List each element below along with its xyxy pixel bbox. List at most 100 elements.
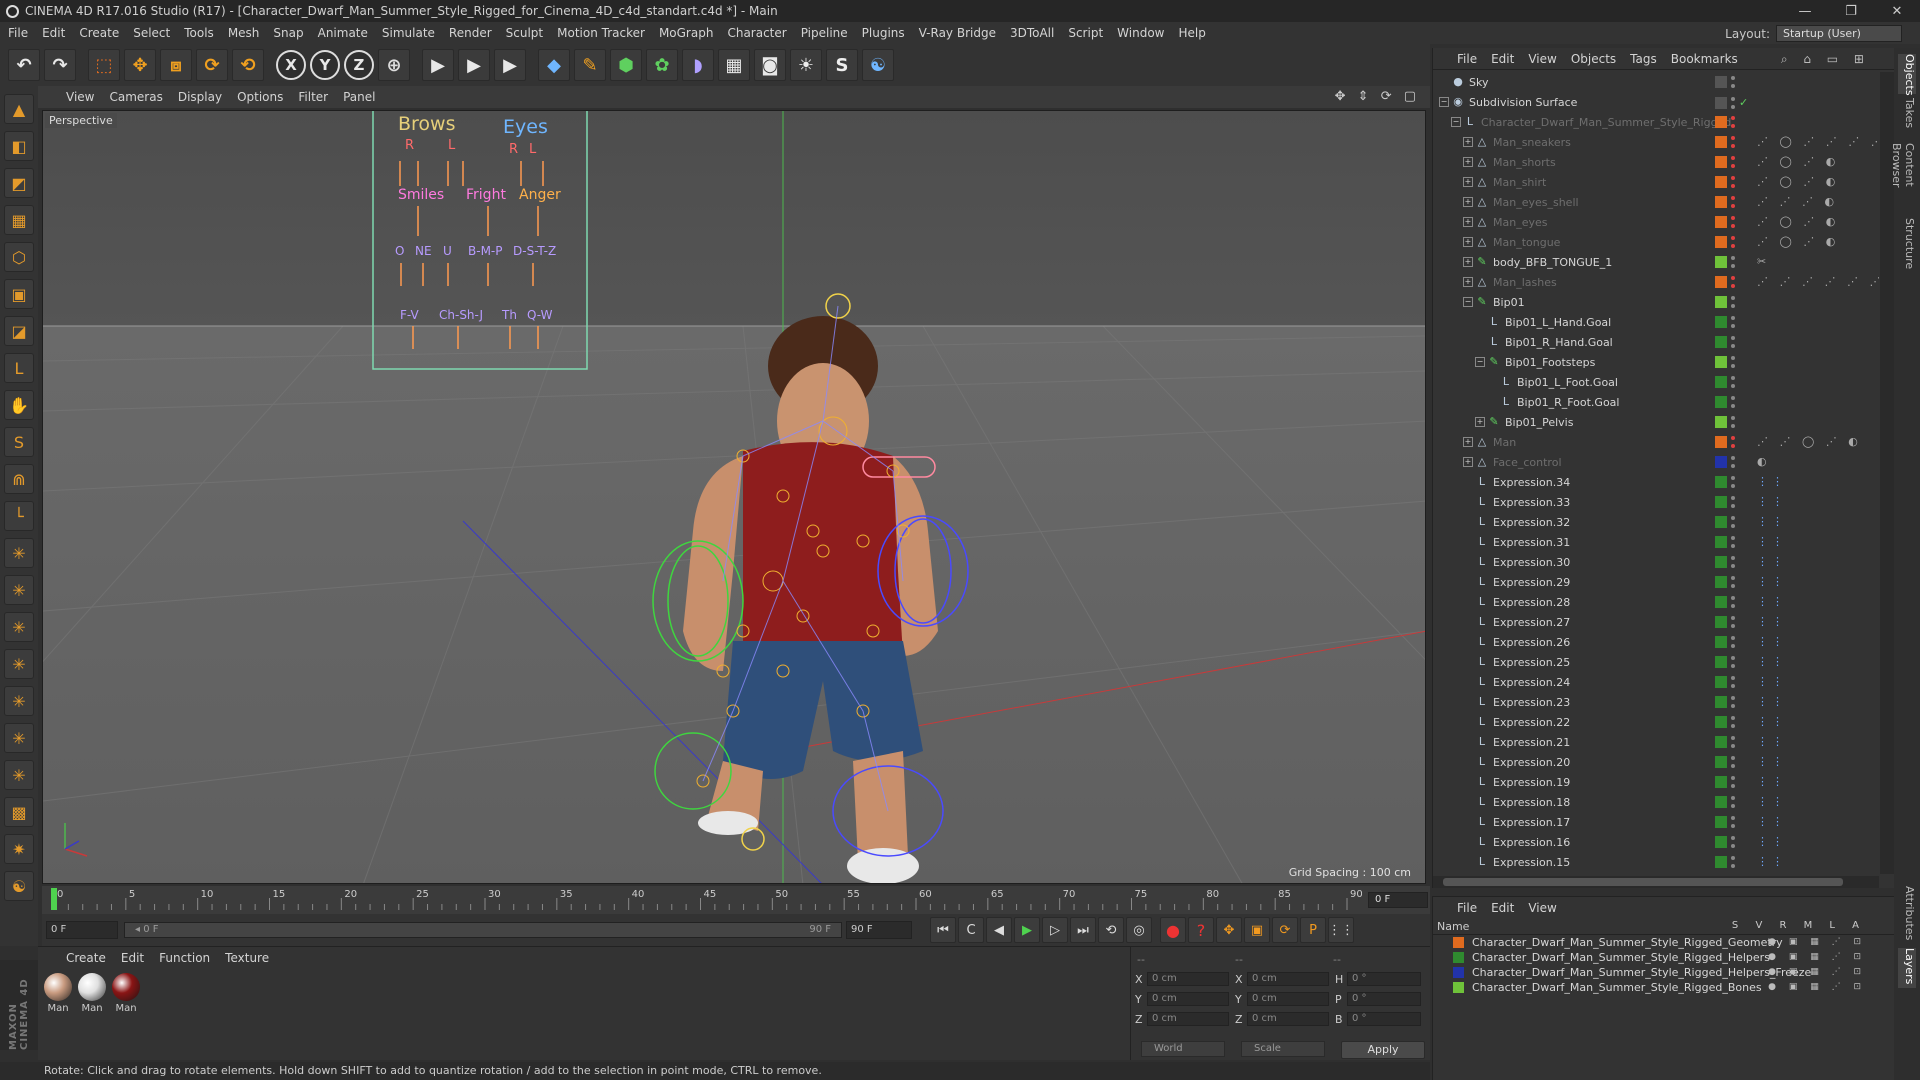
- visibility-dots[interactable]: [1731, 776, 1735, 788]
- editor-visibility-dot[interactable]: [1731, 356, 1735, 360]
- object-row[interactable]: L Expression.31 ⋮⋮: [1433, 532, 1879, 552]
- object-row[interactable]: + △ Man_shorts ⋰ ◯ ⋰ ◐: [1433, 152, 1879, 172]
- material-swatch[interactable]: Man: [110, 973, 142, 1014]
- layer-toggle-icons[interactable]: ● ▣ ▦ ⋰ ⊡: [1768, 967, 1866, 977]
- side-tab-attributes[interactable]: Attributes: [1898, 886, 1916, 942]
- render-visibility-dot[interactable]: [1731, 484, 1735, 488]
- enabled-check-icon[interactable]: ✓: [1739, 96, 1748, 109]
- layer-color-swatch[interactable]: [1715, 96, 1727, 109]
- layer-name[interactable]: Character_Dwarf_Man_Summer_Style_Rigged_…: [1472, 966, 1811, 979]
- menu-window[interactable]: Window: [1117, 26, 1164, 40]
- redo-button[interactable]: ↷: [44, 49, 76, 81]
- left-tool-6-button[interactable]: ◪: [4, 316, 34, 346]
- coord-size-field[interactable]: 0 cm: [1247, 992, 1329, 1006]
- left-tool-20-button[interactable]: ✷: [4, 834, 34, 864]
- viewport-menu-options[interactable]: Options: [237, 90, 283, 104]
- object-menu-edit[interactable]: Edit: [1491, 52, 1514, 66]
- object-name[interactable]: Bip01_Footsteps: [1505, 356, 1595, 369]
- rotate-button[interactable]: ⟳: [196, 49, 228, 81]
- object-tags[interactable]: ⋰ ⋰ ⋰ ◐: [1757, 195, 1838, 208]
- viewport-menu-filter[interactable]: Filter: [298, 90, 328, 104]
- layer-color-swatch[interactable]: [1715, 756, 1727, 768]
- editor-visibility-dot[interactable]: [1731, 396, 1735, 400]
- object-name[interactable]: Expression.23: [1493, 696, 1570, 709]
- render-visibility-dot[interactable]: [1731, 644, 1735, 648]
- editor-visibility-dot[interactable]: [1731, 256, 1735, 260]
- render-visibility-dot[interactable]: [1731, 144, 1735, 148]
- visibility-dots[interactable]: [1731, 536, 1735, 548]
- object-row[interactable]: L Expression.22 ⋮⋮: [1433, 712, 1879, 732]
- object-name[interactable]: Expression.22: [1493, 716, 1570, 729]
- visibility-dots[interactable]: [1731, 136, 1735, 148]
- render-picture-viewer-button[interactable]: ▶: [458, 49, 490, 81]
- expand-icon[interactable]: +: [1463, 177, 1473, 187]
- editor-visibility-dot[interactable]: [1731, 596, 1735, 600]
- object-tags[interactable]: ⋮⋮: [1757, 595, 1787, 608]
- coord-rot-field[interactable]: 0 °: [1347, 972, 1421, 986]
- object-tags[interactable]: ◐: [1757, 455, 1771, 468]
- left-tool-2-button[interactable]: ◩: [4, 168, 34, 198]
- editor-visibility-dot[interactable]: [1731, 136, 1735, 140]
- layer-row[interactable]: Character_Dwarf_Man_Summer_Style_Rigged_…: [1433, 935, 1894, 950]
- object-tags[interactable]: ⋮⋮: [1757, 735, 1787, 748]
- layer-color-swatch[interactable]: [1715, 696, 1727, 708]
- layer-color-swatch[interactable]: [1715, 596, 1727, 608]
- close-button[interactable]: ✕: [1874, 0, 1920, 22]
- object-tags[interactable]: ⋮⋮: [1757, 715, 1787, 728]
- object-row[interactable]: + △ Man ⋰ ⋰ ◯ ⋰ ◐: [1433, 432, 1879, 452]
- menu-motion-tracker[interactable]: Motion Tracker: [557, 26, 645, 40]
- left-tool-0-button[interactable]: ▲: [4, 94, 34, 124]
- render-visibility-dot[interactable]: [1731, 704, 1735, 708]
- layer-color-swatch[interactable]: [1715, 296, 1727, 308]
- visibility-dots[interactable]: [1731, 816, 1735, 828]
- light-button[interactable]: ☀: [790, 49, 822, 81]
- visibility-dots[interactable]: [1731, 296, 1735, 308]
- layer-color-swatch[interactable]: [1715, 576, 1727, 588]
- visibility-dots[interactable]: [1731, 416, 1735, 428]
- left-tool-1-button[interactable]: ◧: [4, 131, 34, 161]
- editor-visibility-dot[interactable]: [1731, 156, 1735, 160]
- layer-name[interactable]: Character_Dwarf_Man_Summer_Style_Rigged_…: [1472, 936, 1783, 949]
- visibility-dots[interactable]: [1731, 636, 1735, 648]
- autokey-button[interactable]: ◎: [1126, 917, 1152, 943]
- object-name[interactable]: Character_Dwarf_Man_Summer_Style_Rigged: [1481, 116, 1731, 129]
- render-visibility-dot[interactable]: [1731, 204, 1735, 208]
- object-row[interactable]: + ✎ body_BFB_TONGUE_1 ✂: [1433, 252, 1879, 272]
- editor-visibility-dot[interactable]: [1731, 276, 1735, 280]
- layer-color-swatch[interactable]: [1715, 736, 1727, 748]
- render-visibility-dot[interactable]: [1731, 824, 1735, 828]
- collapse-icon[interactable]: −: [1451, 117, 1461, 127]
- object-tags[interactable]: ⋮⋮: [1757, 535, 1787, 548]
- object-name[interactable]: Man_lashes: [1493, 276, 1557, 289]
- editor-visibility-dot[interactable]: [1731, 96, 1735, 101]
- render-visibility-dot[interactable]: [1731, 224, 1735, 228]
- apply-button[interactable]: Apply: [1341, 1041, 1425, 1059]
- object-name[interactable]: Bip01_L_Foot.Goal: [1517, 376, 1618, 389]
- visibility-dots[interactable]: [1731, 156, 1735, 168]
- editor-visibility-dot[interactable]: [1731, 636, 1735, 640]
- layer-row[interactable]: Character_Dwarf_Man_Summer_Style_Rigged_…: [1433, 980, 1894, 995]
- object-tags[interactable]: ⋮⋮: [1757, 615, 1787, 628]
- render-visibility-dot[interactable]: [1731, 544, 1735, 548]
- menu-mesh[interactable]: Mesh: [228, 26, 260, 40]
- editor-visibility-dot[interactable]: [1731, 676, 1735, 680]
- material-menu-edit[interactable]: Edit: [121, 951, 144, 965]
- editor-visibility-dot[interactable]: [1731, 416, 1735, 420]
- help-button[interactable]: ?: [1188, 917, 1214, 943]
- left-tool-9-button[interactable]: S: [4, 427, 34, 457]
- side-tab-takes[interactable]: Takes: [1898, 98, 1916, 134]
- visibility-dots[interactable]: [1731, 836, 1735, 848]
- object-name[interactable]: Man_eyes_shell: [1493, 196, 1579, 209]
- editor-visibility-dot[interactable]: [1731, 836, 1735, 840]
- expand-icon[interactable]: +: [1463, 217, 1473, 227]
- editor-visibility-dot[interactable]: [1731, 556, 1735, 560]
- object-tags[interactable]: ⋮⋮: [1757, 655, 1787, 668]
- render-visibility-dot[interactable]: [1731, 364, 1735, 368]
- coords-transform-select[interactable]: Scale: [1241, 1041, 1325, 1057]
- render-visibility-dot[interactable]: [1731, 404, 1735, 408]
- object-name[interactable]: Expression.26: [1493, 636, 1570, 649]
- object-row[interactable]: L Expression.29 ⋮⋮: [1433, 572, 1879, 592]
- viewport[interactable]: Brows Eyes R L R L Smiles Fright Anger O…: [42, 110, 1426, 884]
- object-row[interactable]: L Expression.33 ⋮⋮: [1433, 492, 1879, 512]
- expand-icon[interactable]: +: [1463, 277, 1473, 287]
